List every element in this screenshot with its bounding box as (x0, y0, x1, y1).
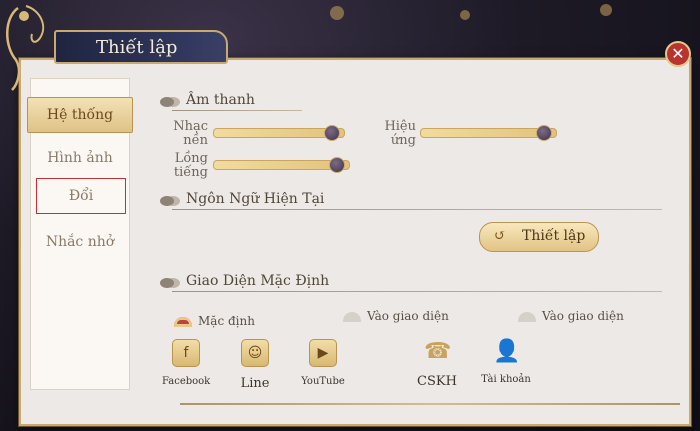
youtube-icon: ▶ (309, 339, 337, 367)
swap-icon: ↺ (494, 228, 506, 244)
account-link[interactable]: 👤 Tài khoản (480, 339, 532, 385)
sidebar-item-label: Nhắc nhở (45, 234, 115, 250)
effects-slider-handle[interactable] (536, 125, 552, 141)
section-title: Giao Diện Mặc Định (186, 273, 330, 289)
section-divider (172, 110, 302, 111)
interface-option-3[interactable]: Vào giao diện (518, 309, 624, 323)
facebook-icon: f (172, 339, 200, 367)
music-slider[interactable] (213, 125, 345, 141)
sidebar-item-label: Hình ảnh (47, 150, 113, 166)
youtube-link[interactable]: ▶ YouTube (299, 339, 347, 387)
option-radio-icon (343, 311, 361, 322)
section-divider (172, 209, 662, 210)
language-setup-button[interactable]: ↺ Thiết lập (479, 222, 599, 252)
section-title: Ngôn Ngữ Hiện Tại (186, 191, 325, 207)
sidebar-item-reminders[interactable]: Nhắc nhở (31, 225, 129, 259)
lantern-decoration (460, 10, 470, 20)
interface-option-2[interactable]: Vào giao diện (343, 309, 449, 323)
voice-slider-handle[interactable] (329, 157, 345, 173)
support-icon: ☎ (424, 339, 452, 364)
sidebar-item-label: Hệ thống (46, 107, 114, 123)
interface-option-default[interactable]: Mặc định (174, 314, 255, 328)
youtube-label: YouTube (301, 376, 345, 387)
support-label: CSKH (417, 374, 457, 389)
lantern-decoration (600, 4, 612, 16)
support-link[interactable]: ☎ CSKH (413, 339, 461, 389)
window-title: Thiết lập (96, 37, 178, 58)
sidebar-item-graphics[interactable]: Hình ảnh (31, 141, 129, 175)
effects-slider[interactable] (420, 125, 557, 141)
effects-label: Hiệu ứng (384, 119, 416, 148)
sidebar-item-system[interactable]: Hệ thống (27, 97, 133, 133)
sidebar-item-change[interactable]: Đổi (36, 178, 126, 214)
settings-sidebar: Hệ thống Hình ảnh Đổi Nhắc nhở (27, 78, 133, 390)
line-label: Line (240, 376, 270, 391)
music-label: Nhạc nền (173, 119, 208, 148)
line-link[interactable]: ☺ Line (232, 339, 278, 391)
section-title: Âm thanh (186, 92, 255, 108)
music-slider-handle[interactable] (324, 125, 340, 141)
option-radio-icon (518, 311, 536, 322)
section-divider (172, 291, 662, 292)
page-title: Thiết lập (54, 30, 228, 64)
voice-slider[interactable] (213, 157, 350, 173)
close-button[interactable]: ✕ (665, 41, 691, 67)
facebook-link[interactable]: f Facebook (162, 339, 210, 387)
option-label: Mặc định (198, 314, 255, 328)
bottom-divider (180, 403, 680, 405)
section-bullet-icon (160, 196, 174, 206)
option-label: Vào giao diện (367, 309, 449, 323)
lantern-decoration (330, 6, 344, 20)
section-bullet-icon (160, 278, 174, 288)
option-radio-icon (174, 316, 192, 327)
facebook-label: Facebook (162, 376, 211, 387)
account-icon: 👤 (493, 339, 521, 364)
line-icon: ☺ (241, 339, 269, 367)
section-bullet-icon (160, 97, 174, 107)
account-label: Tài khoản (481, 374, 531, 385)
language-setup-label: Thiết lập (522, 228, 586, 244)
voice-label: Lồng tiếng (173, 151, 208, 180)
sidebar-item-label: Đổi (68, 188, 94, 204)
close-icon: ✕ (671, 44, 685, 63)
option-label: Vào giao diện (542, 309, 624, 323)
